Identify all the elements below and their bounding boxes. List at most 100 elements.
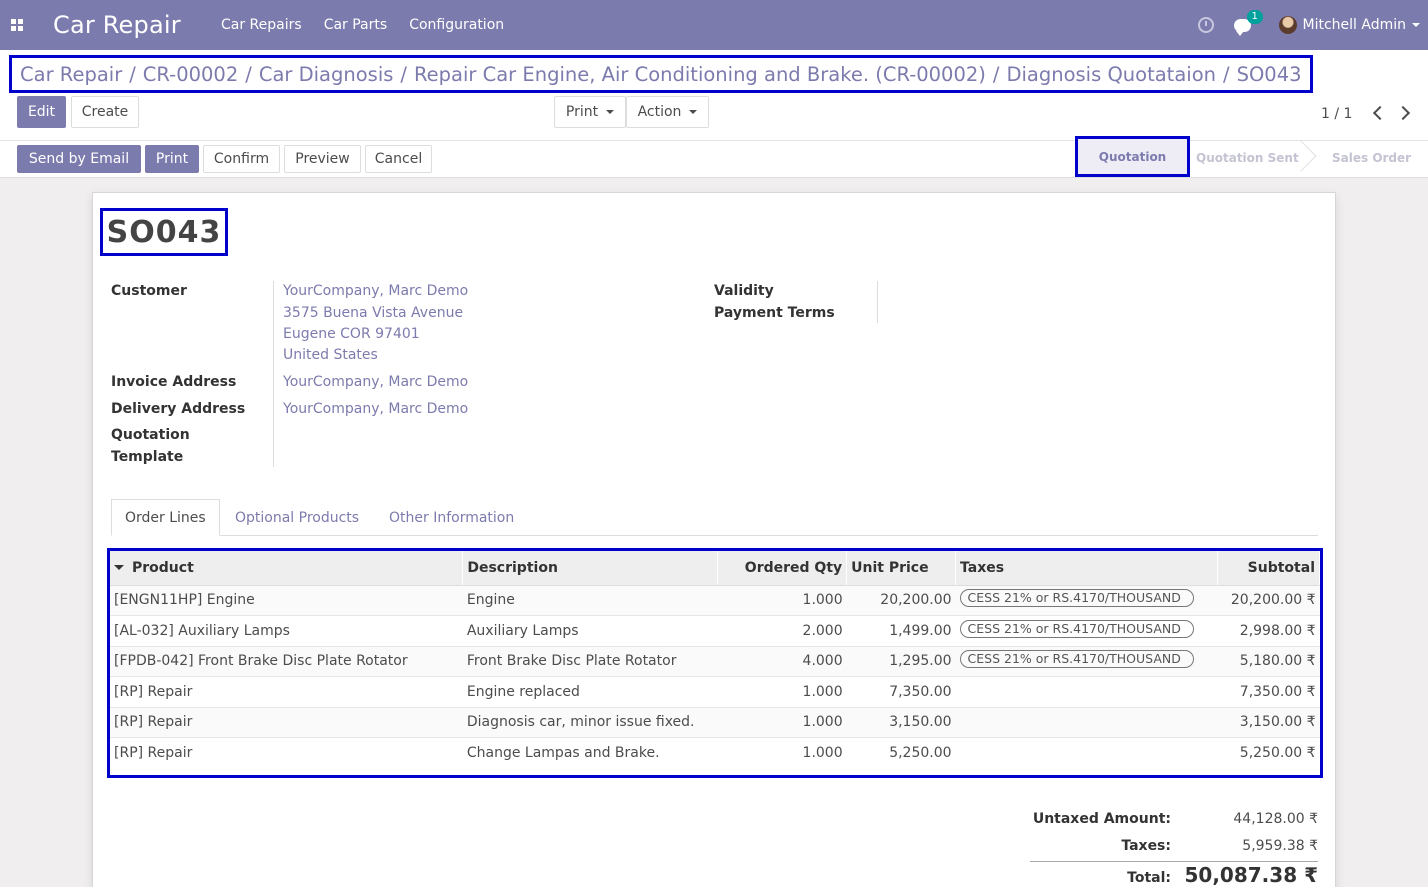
- column-header-description[interactable]: Description: [462, 551, 719, 586]
- breadcrumb-item[interactable]: Car Diagnosis: [259, 63, 394, 86]
- cancel-button[interactable]: Cancel: [365, 145, 432, 173]
- cell-description: Engine: [462, 584, 718, 616]
- cell-product: [RP] Repair: [110, 706, 463, 738]
- status-sales-order[interactable]: Sales Order: [1332, 151, 1411, 165]
- untaxed-amount-value: 44,128.00 ₹: [1233, 811, 1318, 827]
- cell-product: [RP] Repair: [110, 737, 463, 768]
- print-button[interactable]: Print: [145, 145, 199, 173]
- status-quotation[interactable]: Quotation: [1075, 136, 1190, 177]
- cell-subtotal: 5,250.00 ₹: [1217, 737, 1320, 768]
- menu-configuration[interactable]: Configuration: [409, 17, 504, 33]
- invoice-address-label: Invoice Address: [111, 374, 237, 390]
- action-dropdown[interactable]: Action: [626, 96, 709, 128]
- customer-street[interactable]: 3575 Buena Vista Avenue: [283, 303, 463, 324]
- cell-qty: 1.000: [717, 737, 847, 768]
- column-header-unit-price[interactable]: Unit Price: [846, 551, 957, 586]
- tax-badge: CESS 21% or RS.4170/THOUSAND: [959, 650, 1194, 669]
- cell-unit-price: 20,200.00: [846, 584, 956, 616]
- cell-product: [ENGN11HP] Engine: [110, 584, 463, 616]
- chevron-down-icon[interactable]: [1412, 23, 1420, 27]
- confirm-button[interactable]: Confirm: [203, 145, 280, 173]
- edit-button[interactable]: Edit: [17, 96, 66, 128]
- column-header-label: Product: [132, 559, 194, 576]
- cell-description: Change Lampas and Brake.: [462, 737, 718, 768]
- cell-description: Engine replaced: [462, 676, 718, 707]
- column-header-taxes[interactable]: Taxes: [955, 551, 1218, 586]
- cell-taxes: [955, 706, 1218, 738]
- table-row[interactable]: [FPDB-042] Front Brake Disc Plate Rotato…: [110, 645, 1320, 677]
- cell-qty: 2.000: [717, 615, 847, 646]
- column-header-subtotal[interactable]: Subtotal: [1217, 551, 1321, 586]
- caret-down-icon: [689, 110, 698, 114]
- quotation-template-label-2: Template: [111, 449, 184, 465]
- preview-button[interactable]: Preview: [284, 145, 361, 173]
- cell-description: Auxiliary Lamps: [462, 615, 718, 646]
- cell-unit-price: 5,250.00: [846, 737, 956, 768]
- chevron-left-icon[interactable]: [1372, 105, 1388, 121]
- taxes-value: 5,959.38 ₹: [1242, 838, 1318, 854]
- cell-product: [RP] Repair: [110, 676, 463, 707]
- print-dropdown-label: Print: [565, 104, 599, 120]
- cell-qty: 1.000: [717, 706, 847, 738]
- cell-description: Front Brake Disc Plate Rotator: [462, 645, 718, 677]
- table-row[interactable]: [AL-032] Auxiliary Lamps Auxiliary Lamps…: [110, 615, 1320, 646]
- table-row[interactable]: [ENGN11HP] Engine Engine 1.000 20,200.00…: [110, 584, 1320, 616]
- pager-value[interactable]: 1 / 1: [1321, 106, 1352, 122]
- breadcrumb-current: SO043: [1236, 62, 1302, 86]
- create-button[interactable]: Create: [71, 96, 139, 128]
- form-sheet: SO043 Customer YourCompany, Marc Demo 35…: [92, 192, 1336, 887]
- column-header-product[interactable]: Product: [110, 551, 464, 586]
- status-quotation-sent[interactable]: Quotation Sent: [1196, 151, 1299, 165]
- print-dropdown[interactable]: Print: [554, 96, 626, 128]
- breadcrumb-item[interactable]: Diagnosis Quotataion: [1006, 63, 1216, 86]
- tab-optional-products[interactable]: Optional Products: [235, 499, 359, 536]
- activity-clock-icon[interactable]: [1197, 17, 1214, 33]
- cell-unit-price: 1,295.00: [846, 645, 956, 677]
- notebook-tabs: Order Lines Optional Products Other Info…: [111, 499, 1318, 536]
- user-avatar[interactable]: [1278, 16, 1297, 34]
- menu-car-repairs[interactable]: Car Repairs: [221, 17, 302, 33]
- tab-order-lines[interactable]: Order Lines: [111, 499, 220, 536]
- column-header-ordered-qty[interactable]: Ordered Qty: [717, 551, 848, 586]
- menu-car-parts[interactable]: Car Parts: [324, 17, 388, 33]
- cell-qty: 4.000: [717, 645, 847, 677]
- customer-label: Customer: [111, 283, 187, 299]
- breadcrumb: Car Repair / CR-00002/ Car Diagnosis / Rep…: [9, 55, 1313, 93]
- breadcrumb-item[interactable]: Car Repair: [20, 63, 122, 86]
- cell-unit-price: 1,499.00: [846, 615, 956, 646]
- top-navbar: Car Repair Car Repairs Car Parts Configu…: [0, 0, 1428, 50]
- main-menu: Car Repairs Car Parts Configuration: [221, 17, 526, 33]
- table-row[interactable]: [RP] Repair Diagnosis car, minor issue f…: [110, 706, 1320, 738]
- send-by-email-button[interactable]: Send by Email: [17, 145, 141, 173]
- tax-badge: CESS 21% or RS.4170/THOUSAND: [959, 619, 1194, 638]
- messaging-menu[interactable]: 1: [1233, 9, 1263, 36]
- customer-country[interactable]: United States: [283, 345, 378, 366]
- invoice-address-value[interactable]: YourCompany, Marc Demo: [283, 372, 468, 393]
- cell-qty: 1.000: [717, 676, 847, 707]
- tab-other-information[interactable]: Other Information: [389, 499, 514, 536]
- customer-name[interactable]: YourCompany, Marc Demo: [283, 281, 468, 302]
- cell-subtotal: 5,180.00 ₹: [1217, 645, 1320, 677]
- cell-description: Diagnosis car, minor issue fixed.: [462, 706, 718, 738]
- payment-terms-label: Payment Terms: [714, 305, 835, 321]
- cell-product: [AL-032] Auxiliary Lamps: [110, 615, 463, 646]
- customer-city[interactable]: Eugene COR 97401: [283, 324, 420, 345]
- validity-label: Validity: [714, 283, 774, 299]
- apps-menu-icon[interactable]: [0, 0, 34, 50]
- cell-subtotal: 7,350.00 ₹: [1217, 676, 1320, 707]
- chat-count-badge: 1: [1246, 9, 1263, 24]
- breadcrumb-item[interactable]: Repair Car Engine, Air Conditioning and …: [414, 63, 986, 86]
- cell-taxes: [955, 676, 1218, 707]
- cell-qty: 1.000: [717, 584, 847, 616]
- table-row[interactable]: [RP] Repair Change Lampas and Brake. 1.0…: [110, 737, 1320, 768]
- user-name[interactable]: Mitchell Admin: [1303, 17, 1407, 33]
- cell-unit-price: 7,350.00: [846, 676, 956, 707]
- delivery-address-value[interactable]: YourCompany, Marc Demo: [283, 399, 468, 420]
- breadcrumb-item[interactable]: CR-00002: [143, 63, 238, 86]
- total-value: 50,087.38 ₹: [1184, 863, 1319, 887]
- chevron-right-icon[interactable]: [1395, 105, 1411, 121]
- cell-subtotal: 20,200.00 ₹: [1217, 584, 1320, 616]
- table-row[interactable]: [RP] Repair Engine replaced 1.000 7,350.…: [110, 676, 1320, 707]
- taxes-label: Taxes:: [1121, 838, 1171, 854]
- app-brand[interactable]: Car Repair: [53, 11, 221, 39]
